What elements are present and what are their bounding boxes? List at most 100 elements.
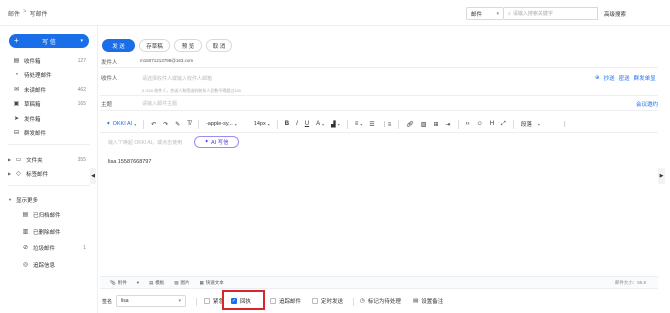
redo-icon[interactable]: ↷ <box>163 121 168 128</box>
table-icon[interactable]: ⊞ <box>434 121 439 128</box>
image-button[interactable]: ▨ 图片 <box>174 280 189 286</box>
more-icon[interactable]: ⋮ <box>562 121 568 128</box>
sidebar-item-outbox[interactable]: ➤ 发件箱 <box>0 112 98 125</box>
highlight-color-icon[interactable]: ▟ ▾ <box>331 121 340 128</box>
recipient-limit-tip: 0 /100 收件人，抄送人和密送的联系人总数不得超过100 <box>142 88 241 93</box>
attachment-bar: 📎︎ 附件 ▾ ▤ 模板 ▨ 图片 ▦ 快速文本 邮件大小：55.8 <box>100 276 658 289</box>
recipient-input[interactable]: 请选择收件人或输入收件人邮箱 <box>142 75 212 82</box>
sidebar-group-folders[interactable]: ▶ ▭ 文件夹 355 <box>0 153 98 166</box>
inbox-icon: ▤ <box>13 58 20 64</box>
bcc-link[interactable]: 密送 <box>619 74 630 82</box>
track-option[interactable]: 追踪邮件 <box>270 297 301 305</box>
search-area: 邮件 ▾ ⌕ 请输入搜索关键字 高级搜索 <box>466 7 656 20</box>
breadcrumb: 邮件 > 写邮件 <box>8 9 48 18</box>
quick-text-icon: ▦ <box>199 279 204 285</box>
sidebar-item-mass-mail[interactable]: ⊟ 群发邮件 <box>0 126 98 139</box>
expand-panel-button[interactable]: ▶ <box>658 168 665 184</box>
advanced-search-button[interactable]: 高级搜索 <box>604 10 626 18</box>
breadcrumb-root[interactable]: 邮件 <box>8 9 20 18</box>
paperclip-icon: 📎︎ <box>110 279 116 285</box>
cancel-button[interactable]: 取 消 <box>206 39 232 52</box>
editor-toolbar: ✦ OKKI AI ▾ ↶ ↷ ✎ T̸ -apple-sy... ▾ 14px ▾ B… <box>100 116 658 133</box>
receipt-highlight-box <box>222 290 265 310</box>
sparkle-icon: ✦ <box>204 139 209 145</box>
mark-todo-button[interactable]: ◷ 标记为待处理 <box>360 297 401 305</box>
ai-icon: ✦ <box>106 121 111 127</box>
undo-icon[interactable]: ↶ <box>151 121 156 128</box>
attach-button[interactable]: 📎︎ 附件 ▾ <box>110 280 139 286</box>
breadcrumb-current: 写邮件 <box>29 12 48 18</box>
code-icon[interactable]: ‹› <box>466 121 470 127</box>
image-icon[interactable]: ▨ <box>421 121 427 128</box>
chevron-down-icon: ▾ <box>178 298 181 304</box>
send-button[interactable]: 发 送 <box>102 39 135 52</box>
align-icon[interactable]: ≡ ▾ <box>355 121 363 127</box>
italic-icon[interactable]: I <box>296 121 298 127</box>
preview-button[interactable]: 预 览 <box>174 39 202 52</box>
archive-icon: ▤ <box>22 212 29 218</box>
sidebar-item-unread[interactable]: ✉ 未读邮件 462 <box>0 83 98 96</box>
editor-content[interactable]: lisa 15587668797 <box>108 159 151 165</box>
collapse-sidebar-button[interactable]: ◀ <box>90 168 96 184</box>
recipient-options: ⊕ 抄送 密送 群发单显 <box>595 74 656 82</box>
underline-icon[interactable]: U <box>305 121 309 127</box>
mass-mail-icon: ⊟ <box>13 130 20 136</box>
sidebar-item-inbox[interactable]: ▤ 收件箱 127 <box>0 54 98 67</box>
divider <box>346 119 348 129</box>
okki-ai-menu[interactable]: ✦ OKKI AI ▾ <box>106 121 136 127</box>
scheduled-checkbox[interactable] <box>312 298 318 304</box>
urgent-checkbox[interactable] <box>204 298 210 304</box>
subject-input[interactable]: 请输入邮件主题 <box>142 100 177 107</box>
quick-text-button[interactable]: ▦ 快速文本 <box>200 280 224 286</box>
fullscreen-icon[interactable]: ⤢ <box>501 121 506 128</box>
ai-write-button[interactable]: ✦ AI 写信 <box>194 136 239 148</box>
sidebar-item-deleted[interactable]: ▥ 已删除邮件 <box>0 225 98 238</box>
mail-size: 邮件大小：55.8 <box>614 279 646 285</box>
save-draft-button[interactable]: 存草稿 <box>139 39 170 52</box>
trash-icon: ▥ <box>22 229 29 235</box>
track-checkbox[interactable] <box>270 298 276 304</box>
sidebar-show-more[interactable]: ▼ 显示更多 <box>0 193 98 206</box>
paragraph-select[interactable]: 段落 ▾ <box>521 120 540 129</box>
indent-icon[interactable]: ⇥ <box>446 121 451 128</box>
emoji-icon[interactable]: ☺ <box>477 121 483 127</box>
chevron-down-icon: ▾ <box>134 121 137 127</box>
heading-icon[interactable]: H <box>490 121 494 127</box>
meeting-invite-link[interactable]: 会议邀约 <box>636 100 658 108</box>
sidebar-item-tracking[interactable]: ◎ 追踪信息 <box>0 258 98 271</box>
divider <box>196 298 197 306</box>
search-input[interactable]: ⌕ 请输入搜索关键字 <box>504 7 598 20</box>
signature-select[interactable]: lisa ▾ <box>116 295 186 307</box>
caret-right-icon: ▶ <box>8 171 12 176</box>
font-family-select[interactable]: -apple-sy... ▾ <box>206 121 237 127</box>
chevron-down-icon: ▾ <box>496 10 499 17</box>
set-note-button[interactable]: ▤ 设置备注 <box>413 297 443 305</box>
link-icon[interactable]: 🔗︎ <box>406 121 414 128</box>
compose-button[interactable]: + 写 信 ▾ <box>9 34 89 48</box>
sidebar-group-tags[interactable]: ▶ ◇ 标签邮件 <box>0 167 98 180</box>
top-bar: 邮件 > 写邮件 邮件 ▾ ⌕ 请输入搜索关键字 高级搜索 <box>0 0 670 26</box>
from-value[interactable]: m15071213798@163.com <box>140 58 193 63</box>
scheduled-option[interactable]: 定时发送 <box>312 297 343 305</box>
ai-prompt-hint: 输入"/"唤起 OKKI AI，或点击使用 <box>108 140 183 146</box>
unordered-list-icon[interactable]: ⋮≡ <box>382 121 392 128</box>
font-size-select[interactable]: 14px ▾ <box>254 121 270 127</box>
template-button[interactable]: ▤ 模板 <box>149 280 164 286</box>
clear-format-icon[interactable]: T̸ <box>187 121 191 127</box>
cc-link[interactable]: 抄送 <box>604 74 615 82</box>
ordered-list-icon[interactable]: ☰ <box>369 121 374 128</box>
add-contact-icon[interactable]: ⊕ <box>595 75 600 81</box>
send-options: 签名 lisa ▾ 紧急 ✓ 回执 追踪邮件 定时发送 ◷ 标记为待处理 ▤ 设… <box>100 290 658 312</box>
font-color-icon[interactable]: A ▾ <box>316 121 324 127</box>
search-scope-select[interactable]: 邮件 ▾ <box>466 7 504 20</box>
sidebar-item-pending[interactable]: ◔ 待处理邮件 <box>0 68 98 81</box>
sidebar-item-spam[interactable]: ⊘ 垃圾邮件 1 <box>0 241 98 254</box>
spam-icon: ⊘ <box>22 245 29 251</box>
chevron-left-icon: ◀ <box>91 173 95 179</box>
sidebar-item-archived[interactable]: ▤ 已归档邮件 <box>0 208 98 221</box>
bold-icon[interactable]: B <box>285 121 289 127</box>
format-painter-icon[interactable]: ✎ <box>175 121 180 128</box>
mass-separate-link[interactable]: 群发单显 <box>634 74 656 82</box>
urgent-option[interactable]: 紧急 <box>204 297 224 305</box>
sidebar-item-drafts[interactable]: ▣ 草稿箱 165 <box>0 97 98 110</box>
